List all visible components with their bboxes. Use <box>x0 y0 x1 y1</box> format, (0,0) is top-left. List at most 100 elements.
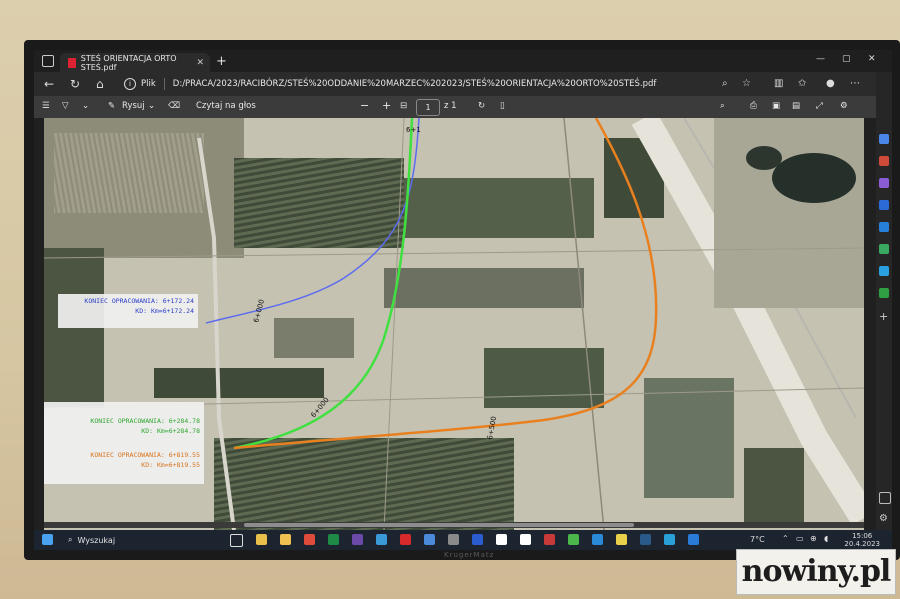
office-icon[interactable] <box>879 200 889 210</box>
games-icon[interactable] <box>879 178 889 188</box>
network-icon[interactable]: ▭ <box>796 534 804 543</box>
field-dark-3 <box>404 178 594 238</box>
app-blue-icon[interactable] <box>592 534 603 545</box>
zoom-icon[interactable]: ⌕ <box>722 78 728 89</box>
field-dark-10 <box>744 448 804 528</box>
split-screen-icon[interactable]: ▥ <box>774 78 783 89</box>
chevron-down-icon[interactable]: ⌄ <box>148 101 155 111</box>
word-icon[interactable] <box>472 534 483 545</box>
rotate-icon[interactable]: ↻ <box>478 101 485 111</box>
more-menu-icon[interactable]: ⋯ <box>850 78 860 89</box>
annotation-blue-line2: KD: Km=6+172.24 <box>135 307 194 315</box>
tab-title: STEŚ ORIENTACJA ORTO STEŚ.pdf <box>80 53 177 72</box>
file-label: Plik <box>141 79 156 89</box>
annotation-blue: KONIEC OPRACOWANIA: 6+172.24 KD: Km=6+17… <box>58 294 198 328</box>
contents-icon[interactable]: ☰ <box>42 101 50 111</box>
start-icon[interactable] <box>42 534 53 545</box>
app-red-icon[interactable] <box>544 534 555 545</box>
app-active-icon[interactable] <box>688 534 699 545</box>
telegram-icon[interactable] <box>879 266 889 276</box>
favorites-icon[interactable]: ✩ <box>798 78 806 89</box>
opera-icon[interactable] <box>400 534 411 545</box>
draw-icon[interactable]: ✎ <box>108 101 115 111</box>
page-number-input[interactable]: 1 <box>416 99 440 116</box>
field-dark-5 <box>484 348 604 408</box>
app-icon[interactable] <box>352 534 363 545</box>
quarry-lake <box>772 153 856 203</box>
scrollbar-thumb[interactable] <box>244 523 634 527</box>
tag-icon[interactable] <box>879 134 889 144</box>
weather-temperature[interactable]: 7°C <box>750 535 765 544</box>
highlight-icon[interactable]: ▽ <box>62 101 69 111</box>
outlook-icon[interactable] <box>879 222 889 232</box>
quarry-area <box>714 118 864 308</box>
close-window-icon[interactable]: ✕ <box>868 54 876 64</box>
taskbar-clock[interactable]: 15:06 20.4.2023 <box>844 532 880 548</box>
edge-icon[interactable] <box>376 534 387 545</box>
add-icon[interactable]: + <box>879 311 889 322</box>
taskbar-search[interactable]: ⌕ Wyszukaj <box>68 533 218 547</box>
font-app-icon[interactable] <box>496 534 507 545</box>
back-icon[interactable]: ← <box>44 77 54 91</box>
profile-avatar-icon[interactable]: ● <box>826 78 835 89</box>
volume-icon[interactable]: ◖ <box>824 534 828 543</box>
toolbox-icon[interactable] <box>879 156 889 166</box>
zoom-out-button[interactable]: − <box>360 99 369 112</box>
terminal-icon[interactable] <box>640 534 651 545</box>
eraser-icon[interactable]: ⌫ <box>168 101 180 111</box>
tab-bar: STEŚ ORIENTACJA ORTO STEŚ.pdf ✕ + — ▢ ✕ <box>34 50 892 72</box>
horizontal-scrollbar[interactable] <box>44 522 864 528</box>
url-field[interactable]: i Plik D:/PRACA/2023/RACIBÓRZ/STEŚ%20ODD… <box>124 75 724 93</box>
page-view-icon[interactable]: ▯ <box>500 101 505 111</box>
maximize-icon[interactable]: ▢ <box>842 54 851 64</box>
annotation-orange-line2: KD: Km=6+819.55 <box>141 461 200 469</box>
tv-monitor: STEŚ ORIENTACJA ORTO STEŚ.pdf ✕ + — ▢ ✕ … <box>24 40 900 560</box>
fit-page-icon[interactable]: ⊟ <box>400 101 407 111</box>
fullscreen-icon[interactable]: ⤢ <box>816 101 823 111</box>
annotation-spacer <box>48 436 200 450</box>
zoom-in-button[interactable]: + <box>382 99 391 112</box>
print-icon[interactable]: ⎙ <box>750 101 757 111</box>
tab-pdf[interactable]: STEŚ ORIENTACJA ORTO STEŚ.pdf ✕ <box>60 53 210 72</box>
tab-actions-icon[interactable] <box>42 55 54 67</box>
notes-icon[interactable] <box>616 534 627 545</box>
globe-icon[interactable]: ⊕ <box>810 534 817 543</box>
home-icon[interactable]: ⌂ <box>96 77 104 91</box>
save-icon[interactable]: ▣ <box>772 101 780 111</box>
close-tab-icon[interactable]: ✕ <box>196 58 204 68</box>
qgis-icon[interactable] <box>568 534 579 545</box>
tools-icon[interactable] <box>879 244 889 254</box>
edge-active-icon[interactable] <box>664 534 675 545</box>
task-view-icon[interactable] <box>230 534 243 547</box>
pdf-map-view[interactable]: 6+1 6+000 6+000 6+500 KONIEC OPRACOWANIA… <box>44 118 864 530</box>
search-icon[interactable]: ⌕ <box>720 101 725 111</box>
excel-icon[interactable] <box>328 534 339 545</box>
sidebar-settings-icon[interactable]: ⚙ <box>879 514 889 524</box>
tray-chevron-icon[interactable]: ⌃ <box>782 534 789 543</box>
acrobat-icon[interactable] <box>304 534 315 545</box>
save-as-icon[interactable]: ▤ <box>792 101 800 111</box>
info-icon[interactable]: i <box>124 78 136 90</box>
font-app-icon-2[interactable] <box>520 534 531 545</box>
settings-gear-icon[interactable]: ⚙ <box>840 101 848 111</box>
sidebar-layout-icon[interactable] <box>879 492 891 504</box>
favorite-star-icon[interactable]: ☆ <box>742 78 751 89</box>
chevron-down-icon[interactable]: ⌄ <box>82 101 89 111</box>
calendar-app-icon[interactable] <box>256 534 267 545</box>
refresh-icon[interactable]: ↻ <box>70 77 80 91</box>
file-explorer-icon[interactable] <box>280 534 291 545</box>
new-tab-icon[interactable]: + <box>216 54 227 69</box>
save-app-icon[interactable] <box>448 534 459 545</box>
edge-sidebar: + ⚙ <box>876 72 892 530</box>
url-text: D:/PRACA/2023/RACIBÓRZ/STEŚ%20ODDANIE%20… <box>172 79 657 89</box>
address-bar: ← ↻ ⌂ i Plik D:/PRACA/2023/RACIBÓRZ/STEŚ… <box>34 72 892 96</box>
tree-icon[interactable] <box>879 288 889 298</box>
annotation-blue-line1: KONIEC OPRACOWANIA: 6+172.24 <box>84 297 194 305</box>
screen: STEŚ ORIENTACJA ORTO STEŚ.pdf ✕ + — ▢ ✕ … <box>34 50 892 550</box>
pdf-toolbar: ☰ ▽ ⌄ ✎ Rysuj ⌄ ⌫ Czytaj na głos − + ⊟ 1… <box>34 96 876 118</box>
read-aloud-button[interactable]: Czytaj na głos <box>196 101 256 111</box>
field-dark-1 <box>234 158 404 248</box>
draw-button[interactable]: Rysuj <box>122 101 145 111</box>
mail-icon[interactable] <box>424 534 435 545</box>
minimize-icon[interactable]: — <box>816 54 825 64</box>
